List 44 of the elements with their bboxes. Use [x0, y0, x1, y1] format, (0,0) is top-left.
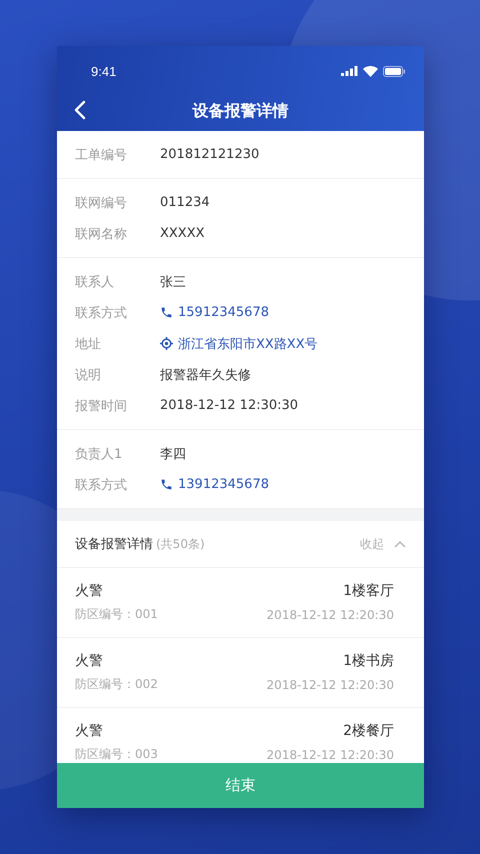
caret-icon	[394, 540, 406, 548]
field-label: 联系方式	[75, 304, 128, 322]
battery-icon	[383, 66, 405, 76]
alarm-location: 2楼餐厅	[343, 722, 394, 740]
zone-number: 防区编号：001	[75, 606, 158, 623]
field-label: 联系人	[75, 274, 115, 290]
alarm-time: 2018-12-12 12:20:30	[266, 608, 394, 622]
alarm-location: 1楼书房	[343, 652, 394, 670]
field-label: 报警时间	[75, 398, 128, 414]
field-label: 地址	[75, 336, 102, 352]
field-value: 张三	[160, 274, 186, 290]
field-label: 说明	[75, 366, 102, 384]
wifi-icon	[363, 66, 378, 76]
alarm-type: 火警	[75, 722, 103, 740]
field-value: 2018-12-12 12:30:30	[160, 398, 298, 413]
back-icon[interactable]	[74, 100, 86, 120]
zone-number: 防区编号：003	[75, 746, 158, 763]
field-value: 201812121230	[160, 147, 260, 162]
phone-link[interactable]: 13912345678	[178, 477, 269, 492]
signal-icon	[341, 66, 358, 76]
field-value: XXXXX	[160, 226, 205, 241]
alarm-time: 2018-12-12 12:20:30	[266, 748, 394, 762]
field-label: 联系方式	[75, 476, 128, 494]
page-title: 设备报警详情	[192, 101, 288, 122]
field-label: 工单编号	[75, 146, 128, 164]
zone-number: 防区编号：002	[75, 676, 158, 693]
field-label: 联网名称	[75, 226, 128, 242]
alarm-type: 火警	[75, 652, 103, 670]
alarm-time: 2018-12-12 12:20:30	[266, 678, 394, 692]
alarm-location: 1楼客厅	[343, 582, 394, 600]
field-value: 报警器年久失修	[160, 366, 251, 384]
location-icon	[160, 337, 173, 350]
status-time: 9:41	[91, 64, 116, 78]
field-value: 011234	[160, 195, 210, 210]
phone-link[interactable]: 15912345678	[178, 305, 269, 320]
field-label: 负责人1	[75, 446, 124, 462]
field-label: 联网编号	[75, 194, 128, 212]
list-title: 设备报警详情	[75, 536, 153, 553]
phone-icon	[160, 478, 173, 491]
phone-icon	[160, 306, 173, 319]
list-count: (共50条)	[156, 536, 205, 552]
field-value: 李四	[160, 446, 186, 462]
address-link[interactable]: 浙江省东阳市XX路XX号	[178, 334, 318, 352]
alarm-type: 火警	[75, 582, 103, 600]
